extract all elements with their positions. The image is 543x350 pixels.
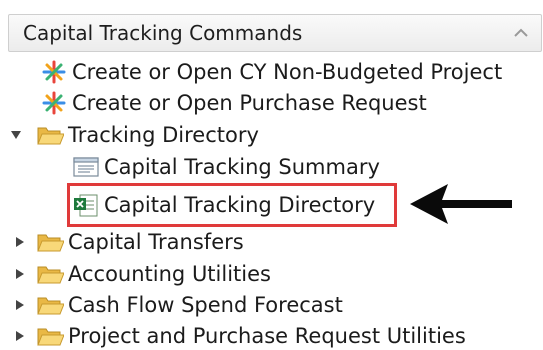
tree-item-create-cy-non-budgeted-project[interactable]: Create or Open CY Non-Budgeted Project bbox=[40, 57, 502, 87]
expand-right-triangle-icon[interactable] bbox=[14, 236, 26, 248]
highlight-box bbox=[67, 183, 397, 227]
expand-right-triangle-icon[interactable] bbox=[14, 330, 26, 342]
tree-item-label: Capital Transfers bbox=[68, 230, 244, 254]
asterisk-burst-icon bbox=[40, 90, 68, 116]
folder-open-icon bbox=[36, 261, 64, 287]
expand-down-triangle-icon[interactable] bbox=[10, 129, 22, 141]
tree-item-label: Create or Open CY Non-Budgeted Project bbox=[72, 60, 503, 84]
tree-item-label: Create or Open Purchase Request bbox=[72, 91, 427, 115]
tree-item-create-purchase-request[interactable]: Create or Open Purchase Request bbox=[40, 88, 427, 118]
left-arrow-icon bbox=[408, 180, 514, 232]
tree-item-project-purchase-request-utilities[interactable]: Project and Purchase Request Utilities bbox=[36, 321, 466, 350]
expand-right-triangle-icon[interactable] bbox=[14, 268, 26, 280]
tree-item-label: Project and Purchase Request Utilities bbox=[68, 324, 466, 348]
expand-right-triangle-icon[interactable] bbox=[14, 299, 26, 311]
tree-item-label: Tracking Directory bbox=[68, 123, 259, 147]
tree-item-tracking-directory[interactable]: Tracking Directory bbox=[36, 120, 259, 150]
folder-open-icon bbox=[36, 122, 64, 148]
tree-item-label: Cash Flow Spend Forecast bbox=[68, 293, 343, 317]
folder-open-icon bbox=[36, 323, 64, 349]
folder-open-icon bbox=[36, 292, 64, 318]
tree-item-capital-tracking-summary[interactable]: Capital Tracking Summary bbox=[72, 152, 380, 182]
command-tree: Create or Open CY Non-Budgeted Project C… bbox=[0, 0, 543, 350]
tree-item-label: Accounting Utilities bbox=[68, 262, 271, 286]
folder-open-icon bbox=[36, 229, 64, 255]
report-window-icon bbox=[72, 154, 100, 180]
tree-item-capital-transfers[interactable]: Capital Transfers bbox=[36, 227, 244, 257]
tree-item-label: Capital Tracking Summary bbox=[104, 155, 380, 179]
tree-item-cash-flow-spend-forecast[interactable]: Cash Flow Spend Forecast bbox=[36, 290, 343, 320]
tree-item-accounting-utilities[interactable]: Accounting Utilities bbox=[36, 259, 271, 289]
asterisk-burst-icon bbox=[40, 59, 68, 85]
